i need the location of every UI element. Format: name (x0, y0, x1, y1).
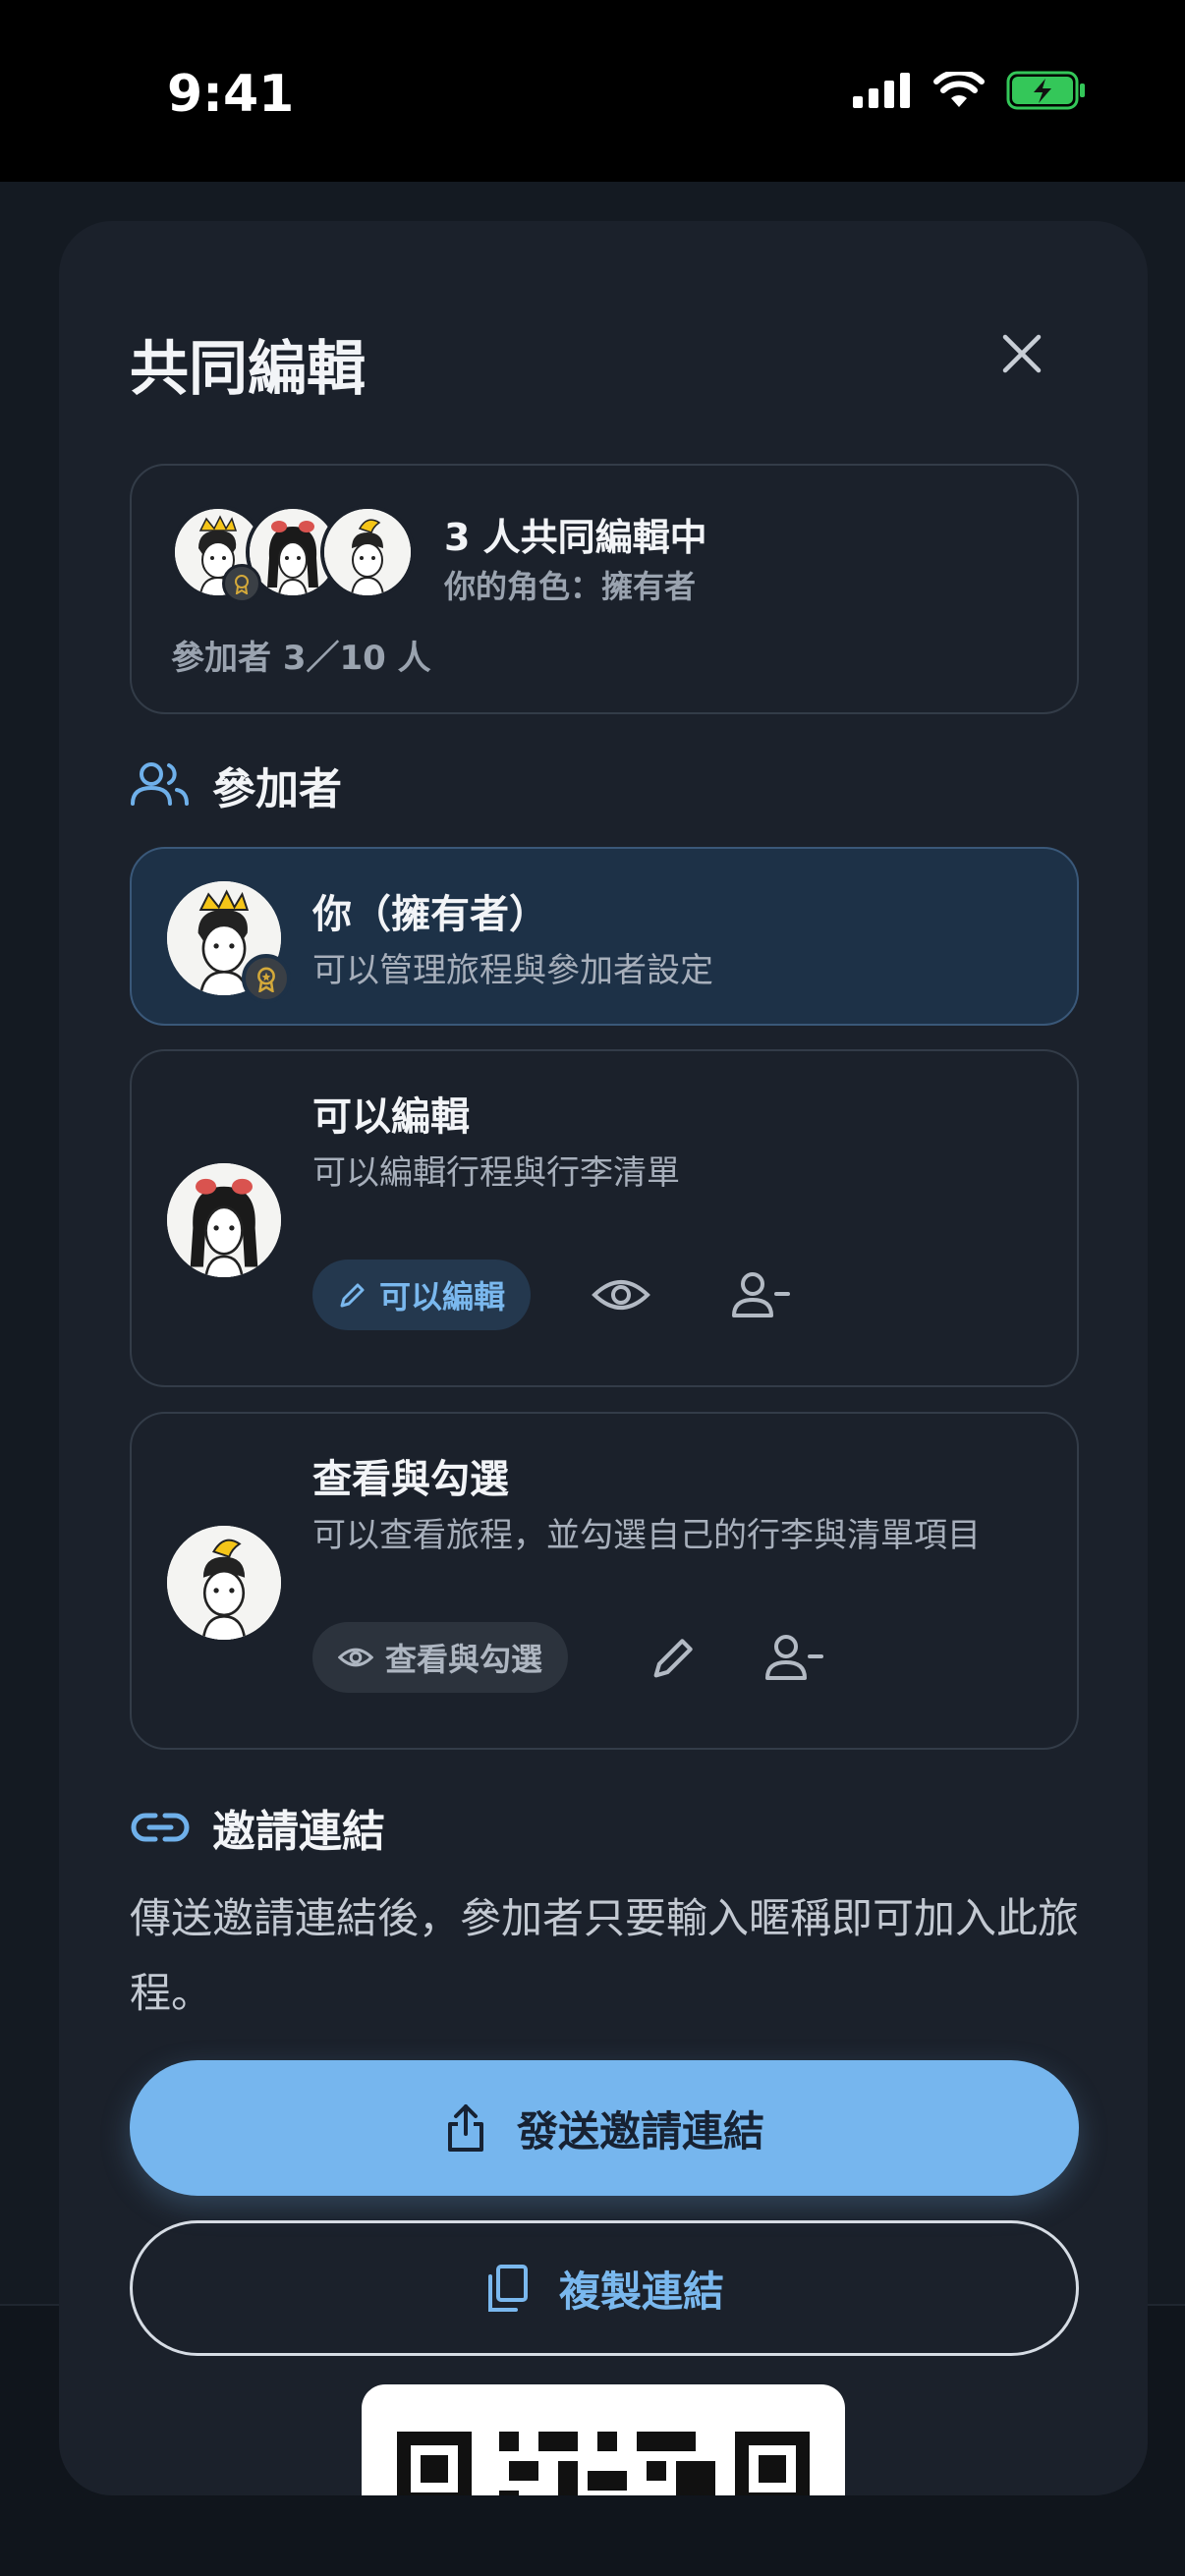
pencil-icon (340, 1283, 365, 1308)
remove-participant-button[interactable] (721, 1256, 800, 1334)
eye-icon (338, 1648, 373, 1667)
close-button[interactable] (973, 305, 1071, 403)
signal-icon (853, 73, 910, 108)
pencil-icon (653, 1639, 693, 1678)
owner-badge-icon (242, 954, 291, 1003)
avatar (167, 881, 291, 1003)
participant-name: 你（擁有者） (312, 892, 548, 937)
status-icons (853, 71, 1087, 110)
summary-title: 3 人共同編輯中 (444, 516, 707, 559)
participant-card-viewer: 查看與勾選 可以查看旅程，並勾選自己的行李與清單項目 查看與勾選 (130, 1412, 1079, 1750)
set-edit-button[interactable] (635, 1618, 713, 1697)
remove-participant-button[interactable] (755, 1618, 833, 1697)
send-invite-button[interactable]: 發送邀請連結 (130, 2060, 1079, 2196)
remove-user-icon (732, 1272, 790, 1317)
set-view-button[interactable] (582, 1256, 660, 1334)
participant-desc: 可以管理旅程與參加者設定 (312, 951, 713, 990)
copy-icon (487, 2265, 528, 2312)
owner-badge-icon (222, 564, 261, 603)
participant-desc: 可以查看旅程，並勾選自己的行李與清單項目 (312, 1516, 981, 1555)
role-chip-view[interactable]: 查看與勾選 (312, 1622, 569, 1693)
avatar (167, 1163, 281, 1277)
wifi-icon (933, 72, 985, 107)
avatar-stack (171, 505, 417, 603)
participant-card-owner: 你（擁有者） 可以管理旅程與參加者設定 (130, 847, 1079, 1026)
users-icon (131, 762, 189, 806)
participant-name: 可以編輯 (312, 1094, 470, 1140)
share-icon (447, 2104, 483, 2152)
summary-card: 3 人共同編輯中 你的角色：擁有者 參加者 3／10 人 (130, 464, 1079, 714)
collaboration-sheet: 共同編輯 3 人共同編輯中 你的角色：擁有者 參加者 3／10 人 參加者 你（… (59, 221, 1148, 2495)
participants-header: 參加者 (130, 754, 342, 816)
invite-header: 邀請連結 (130, 1796, 385, 1859)
battery-icon (1006, 71, 1085, 110)
invite-description: 傳送邀請連結後，參加者只要輸入暱稱即可加入此旅程。 (130, 1894, 1080, 2017)
remove-user-icon (765, 1635, 823, 1680)
chip-label: 可以編輯 (379, 1278, 506, 1316)
participant-count: 參加者 3／10 人 (171, 639, 431, 678)
qr-code (362, 2384, 845, 2495)
summary-role: 你的角色：擁有者 (444, 568, 697, 605)
status-bar: 9:41 (0, 0, 1185, 182)
participant-name: 查看與勾選 (312, 1457, 509, 1502)
send-invite-label: 發送邀請連結 (516, 2106, 764, 2156)
link-icon (131, 1813, 190, 1842)
role-chip-edit[interactable]: 可以編輯 (312, 1260, 532, 1330)
participant-desc: 可以編輯行程與行李清單 (312, 1153, 680, 1193)
participants-title: 參加者 (212, 764, 342, 814)
eye-icon (592, 1280, 650, 1310)
close-icon (1002, 334, 1042, 373)
avatar (167, 1526, 281, 1640)
copy-link-label: 複製連結 (558, 2267, 724, 2316)
avatar-viewer (320, 505, 415, 599)
participant-card-editor: 可以編輯 可以編輯行程與行李清單 可以編輯 (130, 1049, 1079, 1387)
invite-title: 邀請連結 (212, 1807, 385, 1857)
chip-label: 查看與勾選 (385, 1641, 543, 1678)
status-time: 9:41 (167, 65, 295, 124)
copy-link-button[interactable]: 複製連結 (130, 2220, 1079, 2356)
sheet-title: 共同編輯 (130, 335, 366, 404)
